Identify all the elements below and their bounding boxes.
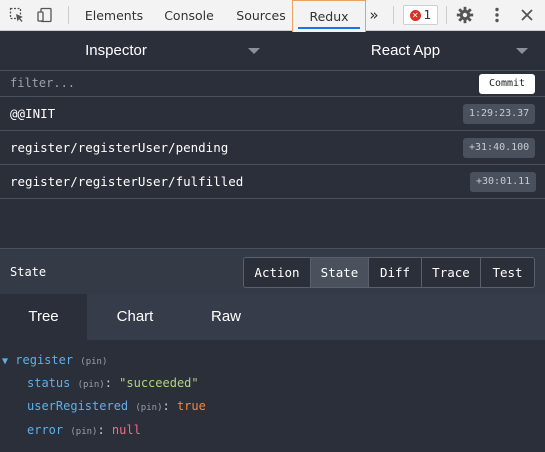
action-name: @@INIT: [10, 106, 56, 121]
test-tab-button[interactable]: Test: [481, 258, 534, 287]
pin-button[interactable]: (pin): [70, 427, 97, 437]
tree-node-error: error (pin): null: [27, 423, 141, 437]
trace-tab-button[interactable]: Trace: [422, 258, 481, 287]
tree-value: true: [176, 399, 206, 413]
chevron-down-icon: [248, 48, 260, 54]
more-tabs-button[interactable]: »: [364, 0, 384, 31]
action-name: register/registerUser/pending: [10, 140, 229, 155]
devtools-tab-bar: Elements Console Sources Redux » ✕ 1: [0, 0, 545, 34]
action-list-item[interactable]: @@INIT 1:29:23.37: [0, 97, 545, 131]
close-icon[interactable]: [517, 5, 537, 25]
pin-button[interactable]: (pin): [80, 357, 107, 367]
chevron-down-icon: [516, 48, 528, 54]
tab-raw[interactable]: Raw: [183, 294, 269, 340]
tab-console[interactable]: Console: [155, 0, 223, 31]
action-timestamp: +30:01.11: [470, 172, 537, 192]
tree-key: userRegistered: [27, 399, 129, 413]
tree-node-register[interactable]: ▼ register (pin): [2, 353, 107, 367]
action-tab-button[interactable]: Action: [244, 258, 311, 287]
tree-key: register: [15, 353, 74, 367]
monitor-select-label: Inspector: [85, 42, 147, 59]
gear-icon[interactable]: [455, 5, 475, 25]
diff-tab-button[interactable]: Diff: [369, 258, 422, 287]
kebab-menu-icon[interactable]: [487, 5, 507, 25]
tree-node-userregistered: userRegistered (pin): true: [27, 399, 206, 413]
tab-chart[interactable]: Chart: [92, 294, 178, 340]
tab-tree[interactable]: Tree: [0, 294, 87, 340]
inspect-element-icon[interactable]: [7, 5, 27, 25]
state-tab-button[interactable]: State: [311, 258, 369, 287]
redux-header: Inspector React App: [0, 32, 545, 70]
toolbar-divider: [393, 6, 394, 24]
tree-value: "succeeded": [119, 376, 199, 390]
action-list-item[interactable]: register/registerUser/fulfilled +30:01.1…: [0, 165, 545, 199]
error-count-badge[interactable]: ✕ 1: [403, 5, 438, 25]
pin-button[interactable]: (pin): [78, 380, 105, 390]
tab-elements[interactable]: Elements: [78, 0, 150, 31]
tree-key: status: [27, 376, 71, 390]
action-timestamp: 1:29:23.37: [463, 104, 536, 124]
action-filter-bar: filter... Commit: [0, 70, 545, 97]
error-count: 1: [423, 8, 432, 22]
expand-arrow-icon[interactable]: ▼: [2, 356, 8, 367]
action-timestamp: +31:40.100: [463, 138, 536, 158]
action-list-item[interactable]: register/registerUser/pending +31:40.100: [0, 131, 545, 165]
tab-redux[interactable]: Redux: [292, 0, 366, 34]
pane-tab-group: Action State Diff Trace Test: [243, 257, 535, 288]
pane-header: State Action State Diff Trace Test: [0, 248, 545, 294]
pane-title: State: [10, 265, 47, 279]
tree-node-status: status (pin): "succeeded": [27, 376, 199, 390]
tab-sources[interactable]: Sources: [228, 0, 294, 31]
device-toolbar-icon[interactable]: [35, 5, 55, 25]
error-icon: ✕: [409, 9, 421, 21]
tree-key: error: [27, 423, 64, 437]
filter-input[interactable]: filter...: [10, 76, 75, 90]
instance-select-label: React App: [370, 42, 441, 59]
action-list-empty-area: [0, 199, 545, 247]
toolbar-divider: [446, 6, 447, 24]
tree-value: null: [111, 423, 141, 437]
monitor-select[interactable]: Inspector: [0, 32, 272, 70]
toolbar-divider: [68, 6, 69, 24]
state-tree: ▼ register (pin) status (pin): "succeede…: [0, 340, 545, 452]
commit-button[interactable]: Commit: [479, 74, 535, 94]
instance-select[interactable]: React App: [272, 32, 545, 70]
pin-button[interactable]: (pin): [135, 403, 162, 413]
view-tabs: Tree Chart Raw: [0, 294, 545, 340]
action-name: register/registerUser/fulfilled: [10, 174, 244, 189]
